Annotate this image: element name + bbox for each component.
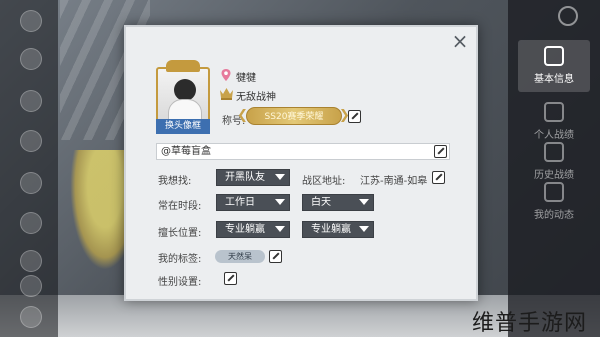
avatar-frame-emblem-icon — [166, 60, 200, 72]
right-sidebar: 基本信息 个人战绩 历史战绩 我的动态 — [508, 0, 600, 337]
profile-icon — [544, 46, 564, 66]
left-sidebar — [0, 0, 58, 337]
region-value: 江苏-南通-如皋 — [360, 176, 428, 187]
player-nickname: 犍犍 — [236, 73, 256, 84]
online-day-dropdown[interactable]: 工作日 — [216, 194, 290, 211]
region-label: 战区地址: — [302, 176, 346, 187]
home-icon[interactable] — [20, 306, 42, 328]
feed-icon — [544, 182, 564, 202]
online-period-dropdown[interactable]: 白天 — [302, 194, 374, 211]
dropdown-value: 专业躺赢 — [311, 224, 351, 235]
chevron-down-icon — [359, 199, 369, 205]
online-time-label: 常在时段: — [158, 201, 202, 212]
gender-setting-label: 性别设置: — [158, 277, 202, 288]
edit-signature-button[interactable] — [434, 145, 447, 158]
search-icon[interactable] — [20, 275, 42, 297]
avatar-head — [174, 79, 196, 101]
share-icon[interactable] — [20, 250, 42, 272]
nav-item-label: 基本信息 — [534, 74, 574, 85]
wing-icon[interactable] — [20, 130, 42, 152]
edit-region-button[interactable] — [432, 171, 445, 184]
dropdown-value: 工作日 — [225, 197, 255, 208]
medal-icon[interactable] — [20, 48, 42, 70]
skill-position-label: 擅长位置: — [158, 228, 202, 239]
settings-gear-icon[interactable] — [558, 6, 578, 26]
location-pin-icon — [221, 69, 231, 81]
tag-chip[interactable]: 天然呆 — [215, 250, 265, 263]
site-watermark: 维普手游网 — [472, 311, 588, 336]
record-icon — [544, 102, 564, 122]
rank-medal-icon — [220, 88, 233, 100]
chevron-icon[interactable] — [20, 90, 42, 112]
skill-position-dropdown-1[interactable]: 专业躺赢 — [216, 221, 290, 238]
chevron-down-icon — [275, 174, 285, 180]
rank-title: 无敌战神 — [236, 92, 276, 103]
looking-for-label: 我想找: — [158, 176, 192, 187]
edit-gender-button[interactable] — [224, 272, 237, 285]
edit-title-button[interactable] — [348, 110, 361, 123]
skill-position-dropdown-2[interactable]: 专业躺赢 — [302, 221, 374, 238]
looking-for-dropdown[interactable]: 开黑队友 — [216, 169, 290, 186]
chevron-down-icon — [275, 226, 285, 232]
signature-field[interactable]: @草莓盲盒 — [156, 143, 450, 160]
badge-icon[interactable] — [20, 172, 42, 194]
dropdown-value: 开黑队友 — [225, 172, 265, 183]
nav-item-label: 我的动态 — [534, 210, 574, 221]
chevron-down-icon — [359, 226, 369, 232]
history-icon — [544, 142, 564, 162]
dropdown-value: 白天 — [311, 197, 331, 208]
chevron-down-icon — [275, 199, 285, 205]
nav-item-my-feed[interactable]: 我的动态 — [518, 176, 590, 228]
nav-item-basic-info[interactable]: 基本信息 — [518, 40, 590, 92]
profile-edit-dialog: × 换头像框 犍犍 无敌战神 称号: ❮ SS20赛季荣耀 ❯ @草莓盲盒 我想… — [124, 25, 478, 301]
change-avatar-frame-button[interactable]: 换头像框 — [156, 119, 210, 134]
my-tags-label: 我的标签: — [158, 254, 202, 265]
rank-icon[interactable] — [20, 10, 42, 32]
dropdown-value: 专业躺赢 — [225, 224, 265, 235]
edit-tags-button[interactable] — [269, 250, 282, 263]
title-badge[interactable]: SS20赛季荣耀 — [246, 107, 342, 125]
close-button[interactable]: × — [450, 31, 470, 51]
emblem-icon[interactable] — [20, 212, 42, 234]
